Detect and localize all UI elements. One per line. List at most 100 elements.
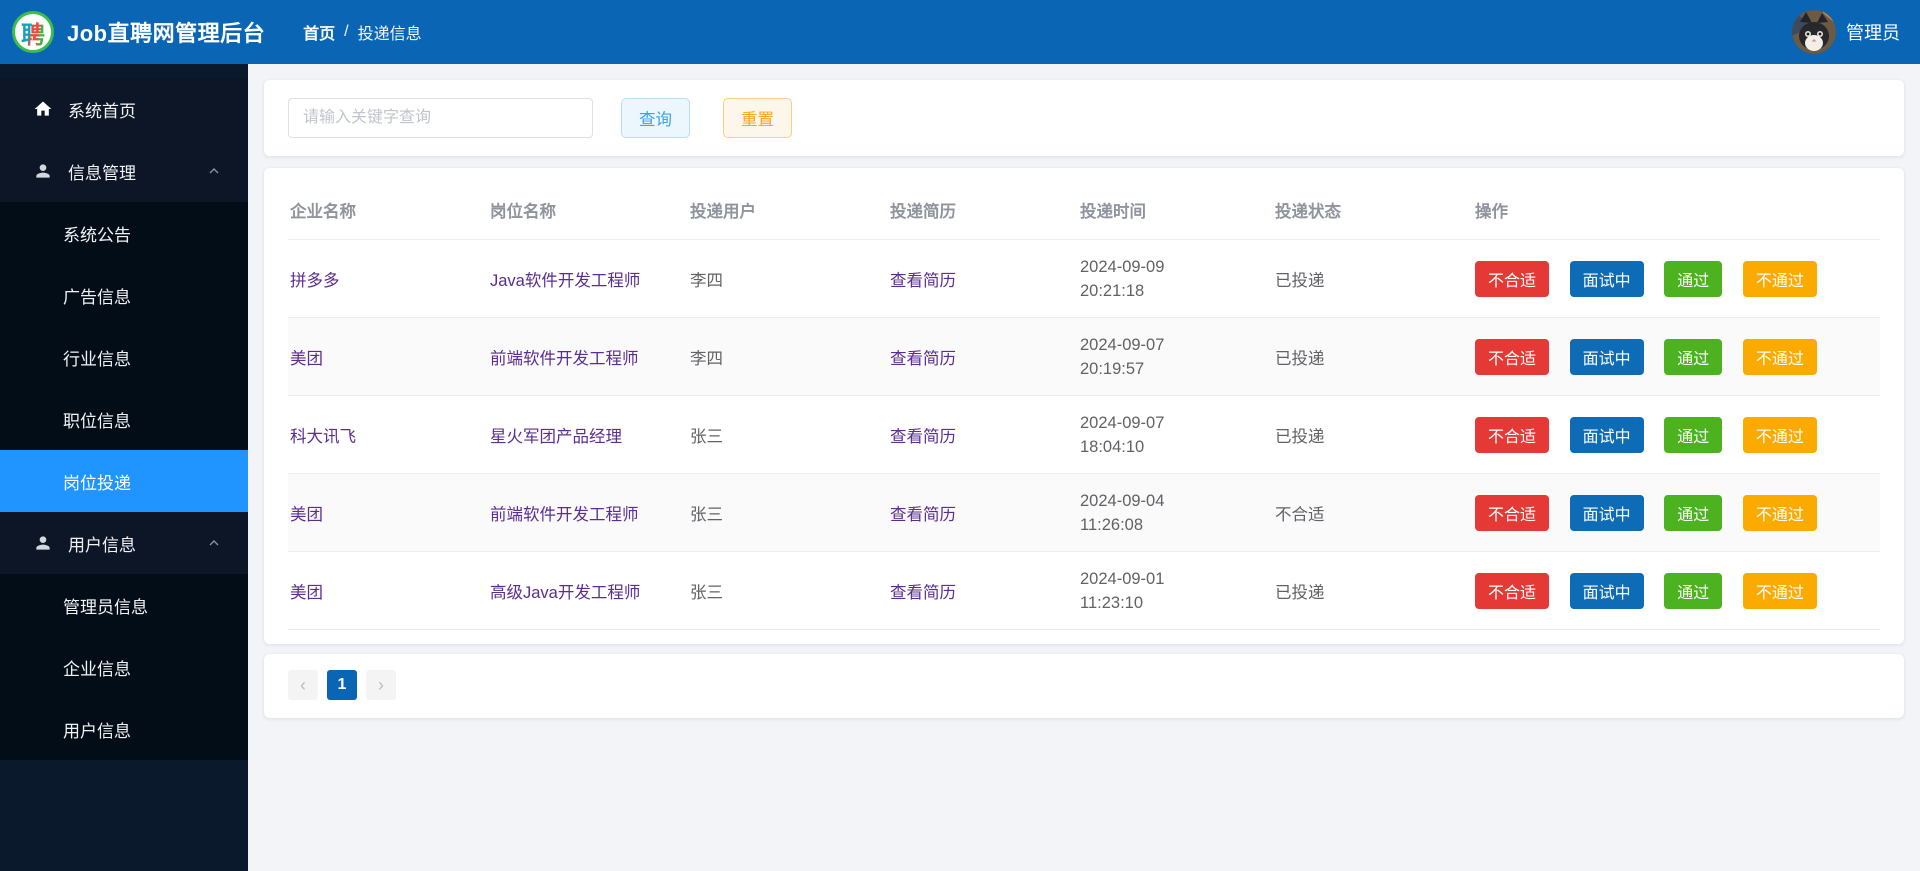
company-link[interactable]: 拼多多 (290, 272, 340, 290)
status-text: 已投递 (1275, 349, 1325, 368)
breadcrumb-home[interactable]: 首页 (303, 20, 335, 44)
sidebar-item-job-applications[interactable]: 岗位投递 (0, 450, 248, 512)
sidebar-item-companies[interactable]: 企业信息 (0, 636, 248, 698)
apply-time: 18:04:10 (1080, 437, 1145, 456)
apply-date: 2024-09-04 (1080, 491, 1165, 510)
apply-date: 2024-09-01 (1080, 569, 1165, 588)
mark-fail-button[interactable]: 不通过 (1742, 260, 1817, 297)
user-name: 管理员 (1846, 23, 1900, 43)
applications-table-card: 企业名称 岗位名称 投递用户 投递简历 投递时间 投递状态 操作 拼多多 Jav… (264, 168, 1904, 644)
mark-unsuitable-button[interactable]: 不合适 (1475, 572, 1550, 609)
view-resume-link[interactable]: 查看简历 (890, 428, 956, 446)
view-resume-link[interactable]: 查看简历 (890, 506, 956, 524)
sidebar-item-label: 职位信息 (63, 411, 131, 431)
job-link[interactable]: 星火军团产品经理 (490, 428, 622, 446)
company-link[interactable]: 美团 (290, 350, 323, 368)
sidebar-item-industries[interactable]: 行业信息 (0, 326, 248, 388)
mark-interviewing-button[interactable]: 面试中 (1569, 416, 1644, 453)
sidebar-item-label: 岗位投递 (63, 473, 131, 493)
status-text: 不合适 (1275, 505, 1325, 524)
mark-fail-button[interactable]: 不通过 (1742, 494, 1817, 531)
app-title: Job直聘网管理后台 (67, 21, 266, 46)
sidebar-group-info[interactable]: 信息管理 (0, 140, 248, 202)
keyword-search-input[interactable] (288, 98, 593, 138)
sidebar-item-label: 系统首页 (68, 101, 136, 121)
col-status: 投递状态 (1273, 176, 1473, 240)
applications-table: 企业名称 岗位名称 投递用户 投递简历 投递时间 投递状态 操作 拼多多 Jav… (288, 176, 1880, 630)
job-link[interactable]: 高级Java开发工程师 (490, 584, 640, 602)
col-company: 企业名称 (288, 176, 488, 240)
sidebar-item-label: 用户信息 (63, 721, 131, 741)
app-logo: 聘 (12, 11, 54, 53)
col-actions: 操作 (1473, 176, 1880, 240)
sidebar-group-label: 信息管理 (68, 163, 136, 183)
status-text: 已投递 (1275, 271, 1325, 290)
col-resume: 投递简历 (888, 176, 1078, 240)
sidebar-group-label: 用户信息 (68, 535, 136, 555)
sidebar-submenu-users: 管理员信息 企业信息 用户信息 (0, 574, 248, 760)
company-link[interactable]: 美团 (290, 506, 323, 524)
mark-unsuitable-button[interactable]: 不合适 (1475, 494, 1550, 531)
view-resume-link[interactable]: 查看简历 (890, 350, 956, 368)
apply-time: 20:21:18 (1080, 281, 1145, 300)
view-resume-link[interactable]: 查看简历 (890, 272, 956, 290)
company-link[interactable]: 美团 (290, 584, 323, 602)
home-icon (33, 99, 53, 119)
user-icon (33, 533, 53, 553)
mark-interviewing-button[interactable]: 面试中 (1569, 338, 1644, 375)
mark-interviewing-button[interactable]: 面试中 (1569, 260, 1644, 297)
applicant-name: 张三 (690, 427, 723, 446)
sidebar-group-users[interactable]: 用户信息 (0, 512, 248, 574)
job-link[interactable]: Java软件开发工程师 (490, 272, 640, 290)
apply-date: 2024-09-09 (1080, 257, 1165, 276)
next-page-button[interactable]: › (366, 670, 396, 700)
mark-pass-button[interactable]: 通过 (1664, 338, 1723, 375)
apply-date: 2024-09-07 (1080, 413, 1165, 432)
col-time: 投递时间 (1078, 176, 1273, 240)
job-link[interactable]: 前端软件开发工程师 (490, 506, 639, 524)
chevron-up-icon (206, 535, 222, 551)
sidebar-item-home[interactable]: 系统首页 (0, 78, 248, 140)
mark-pass-button[interactable]: 通过 (1664, 572, 1723, 609)
sidebar-submenu-info: 系统公告 广告信息 行业信息 职位信息 岗位投递 (0, 202, 248, 512)
mark-unsuitable-button[interactable]: 不合适 (1475, 338, 1550, 375)
sidebar-item-admins[interactable]: 管理员信息 (0, 574, 248, 636)
page-number-1[interactable]: 1 (327, 670, 357, 700)
table-row: 美团 高级Java开发工程师 张三 查看简历 2024-09-01 11:23:… (288, 551, 1880, 630)
mark-unsuitable-button[interactable]: 不合适 (1475, 260, 1550, 297)
sidebar-item-announcements[interactable]: 系统公告 (0, 202, 248, 264)
reset-button[interactable]: 重置 (723, 98, 792, 138)
apply-time: 11:26:08 (1080, 515, 1144, 534)
sidebar-item-users[interactable]: 用户信息 (0, 698, 248, 760)
table-row: 美团 前端软件开发工程师 李四 查看简历 2024-09-07 20:19:57… (288, 317, 1880, 396)
breadcrumb-current: 投递信息 (357, 26, 422, 43)
chevron-up-icon (206, 163, 222, 179)
applicant-name: 张三 (690, 583, 723, 602)
apply-date: 2024-09-07 (1080, 335, 1165, 354)
view-resume-link[interactable]: 查看简历 (890, 584, 956, 602)
status-text: 已投递 (1275, 427, 1325, 446)
mark-pass-button[interactable]: 通过 (1664, 260, 1723, 297)
mark-fail-button[interactable]: 不通过 (1742, 572, 1817, 609)
main-content: 查询 重置 企业名称 岗位名称 投递用户 投递简历 投递时间 投递状态 (248, 64, 1920, 871)
sidebar-item-ads[interactable]: 广告信息 (0, 264, 248, 326)
mark-fail-button[interactable]: 不通过 (1742, 338, 1817, 375)
search-panel: 查询 重置 (264, 80, 1904, 156)
user-avatar[interactable] (1792, 10, 1836, 54)
table-row: 美团 前端软件开发工程师 张三 查看简历 2024-09-04 11:26:08… (288, 473, 1880, 552)
mark-pass-button[interactable]: 通过 (1664, 416, 1723, 453)
sidebar-item-label: 系统公告 (63, 225, 131, 245)
mark-unsuitable-button[interactable]: 不合适 (1475, 416, 1550, 453)
sidebar-item-label: 管理员信息 (63, 597, 148, 617)
status-text: 已投递 (1275, 583, 1325, 602)
job-link[interactable]: 前端软件开发工程师 (490, 350, 639, 368)
mark-interviewing-button[interactable]: 面试中 (1569, 572, 1644, 609)
mark-pass-button[interactable]: 通过 (1664, 494, 1723, 531)
company-link[interactable]: 科大讯飞 (290, 428, 356, 446)
top-header: 聘 Job直聘网管理后台 首页 / 投递信息 管理员 (0, 0, 1920, 64)
mark-fail-button[interactable]: 不通过 (1742, 416, 1817, 453)
prev-page-button[interactable]: ‹ (288, 670, 318, 700)
mark-interviewing-button[interactable]: 面试中 (1569, 494, 1644, 531)
query-button[interactable]: 查询 (621, 98, 690, 138)
sidebar-item-positions[interactable]: 职位信息 (0, 388, 248, 450)
